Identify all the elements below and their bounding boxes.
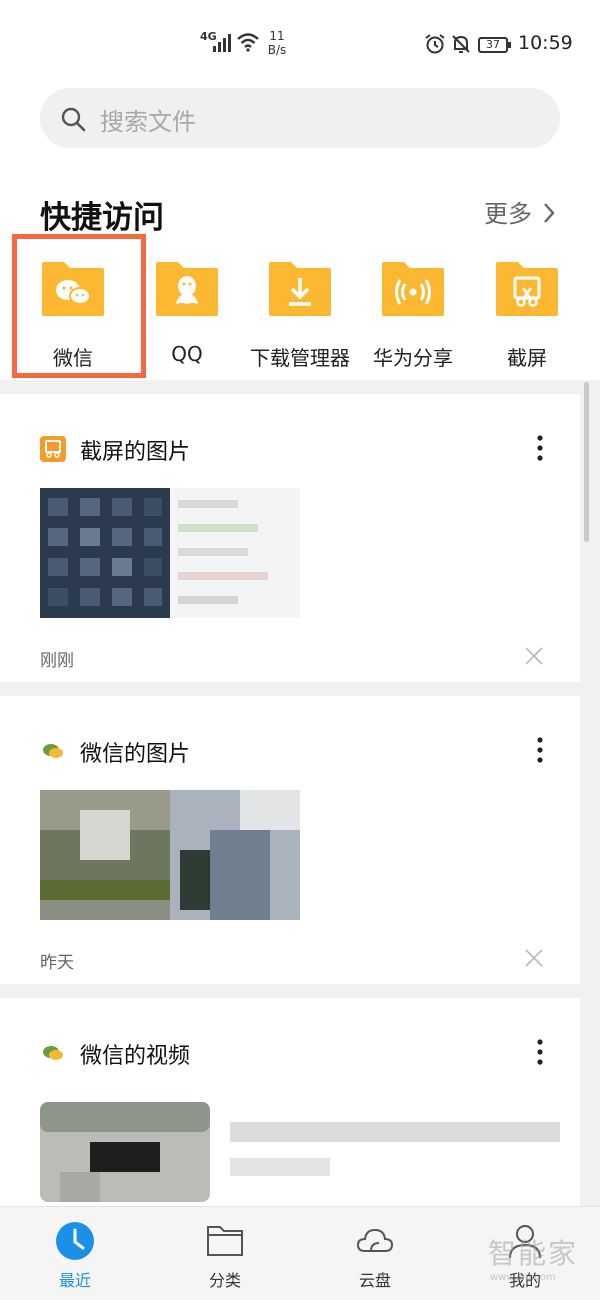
status-bar: 4G 11 B/s 37 10:59 [0, 0, 600, 80]
more-button[interactable]: 更多 [484, 194, 532, 229]
qq-folder-icon [156, 262, 218, 316]
cloud-icon [356, 1228, 394, 1252]
folder-icon [207, 1226, 243, 1256]
close-icon[interactable] [524, 646, 544, 666]
card-title: 微信的视频 [80, 1044, 191, 1069]
nav-label: 分类 [208, 1271, 241, 1290]
wifi-icon [237, 33, 259, 52]
card-title: 截屏的图片 [80, 440, 191, 465]
battery-icon: 37 [478, 37, 511, 53]
quick-item-download[interactable]: 下载管理器 [245, 260, 355, 380]
clock-icon [56, 1222, 94, 1260]
quick-item-label: 下载管理器 [250, 346, 350, 370]
watermark-url: www.znj.com [490, 1272, 556, 1283]
quick-item-label: 截屏 [507, 346, 547, 370]
recent-card-screenshots[interactable]: 截屏的图片 刚刚 [0, 394, 580, 682]
quick-item-qq[interactable]: QQ [132, 260, 242, 380]
signal-icon [213, 34, 231, 52]
nav-recent[interactable]: 最近 [0, 1207, 150, 1300]
quick-item-label: QQ [171, 342, 203, 366]
nav-label: 云盘 [358, 1271, 391, 1290]
video-thumbnail[interactable] [40, 1102, 210, 1202]
nav-cloud[interactable]: 云盘 [300, 1207, 450, 1300]
screenshot-folder-icon [496, 262, 558, 316]
speed-value: 11 [269, 29, 285, 43]
quick-access-title: 快捷访问 [40, 200, 164, 236]
quick-item-screenshot[interactable]: 截屏 [472, 260, 582, 380]
recent-card-wechat-videos[interactable]: 微信的视频 [0, 998, 580, 1206]
card-timestamp: 昨天 [40, 953, 74, 973]
scrollbar[interactable] [584, 382, 589, 542]
nav-category[interactable]: 分类 [150, 1207, 300, 1300]
network-speed: 11 B/s [266, 29, 288, 57]
more-vert-icon[interactable] [530, 736, 550, 764]
mute-bell-icon [452, 35, 470, 53]
search-area: 搜索文件 [0, 80, 600, 180]
quick-item-label: 华为分享 [373, 346, 453, 370]
alarm-icon [425, 34, 445, 54]
wechat-small-icon [43, 744, 63, 758]
more-vert-icon[interactable] [530, 434, 550, 462]
recent-card-wechat-images[interactable]: 微信的图片 昨天 [0, 696, 580, 984]
thumbnail-image[interactable] [40, 790, 300, 920]
wechat-small-icon [43, 1046, 63, 1060]
search-input[interactable]: 搜索文件 [40, 88, 560, 148]
screenshot-folder-icon [40, 436, 66, 462]
search-icon [61, 107, 86, 132]
share-folder-icon [382, 262, 444, 316]
speed-unit: B/s [267, 43, 287, 57]
close-icon[interactable] [524, 948, 544, 968]
thumbnail-image[interactable] [40, 488, 300, 618]
highlight-box [12, 234, 146, 378]
nav-label: 最近 [58, 1271, 91, 1290]
clock-time: 10:59 [518, 32, 573, 54]
watermark: 智能家 [488, 1237, 579, 1270]
search-placeholder: 搜索文件 [100, 108, 196, 136]
video-file-info [230, 1122, 560, 1176]
download-folder-icon [269, 262, 331, 316]
quick-item-huawei-share[interactable]: 华为分享 [358, 260, 468, 380]
card-title: 微信的图片 [80, 742, 191, 767]
chevron-right-icon[interactable] [542, 202, 556, 224]
more-vert-icon[interactable] [530, 1038, 550, 1066]
card-timestamp: 刚刚 [40, 651, 74, 671]
